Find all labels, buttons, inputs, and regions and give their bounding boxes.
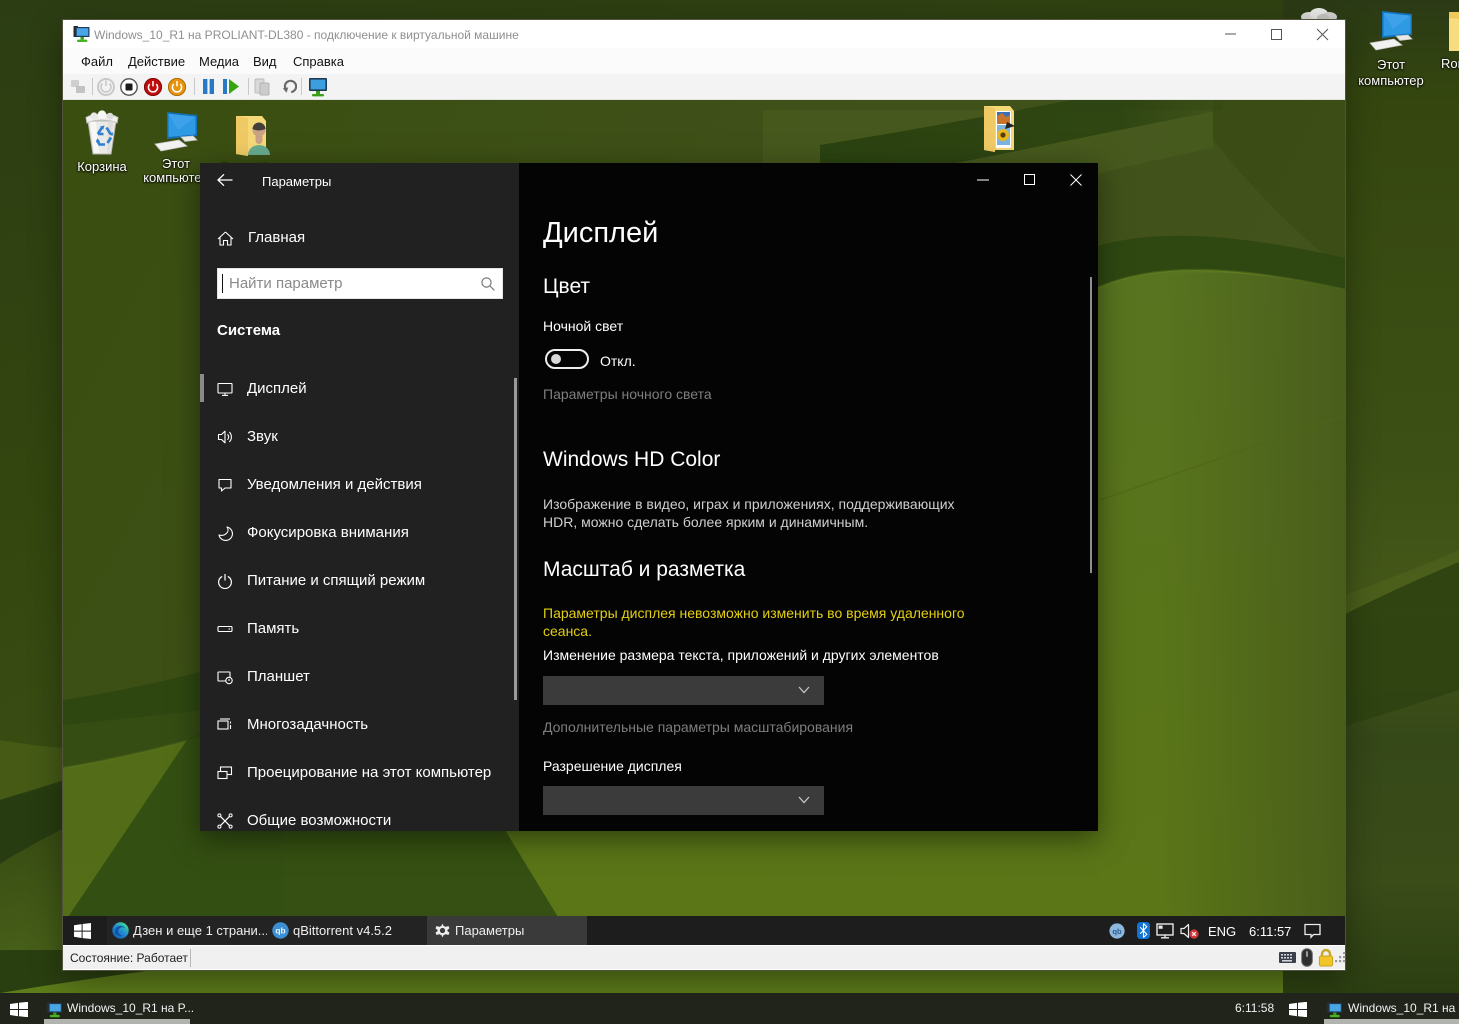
svg-text:qb: qb [1112, 927, 1122, 936]
svg-text:qb: qb [275, 926, 285, 936]
